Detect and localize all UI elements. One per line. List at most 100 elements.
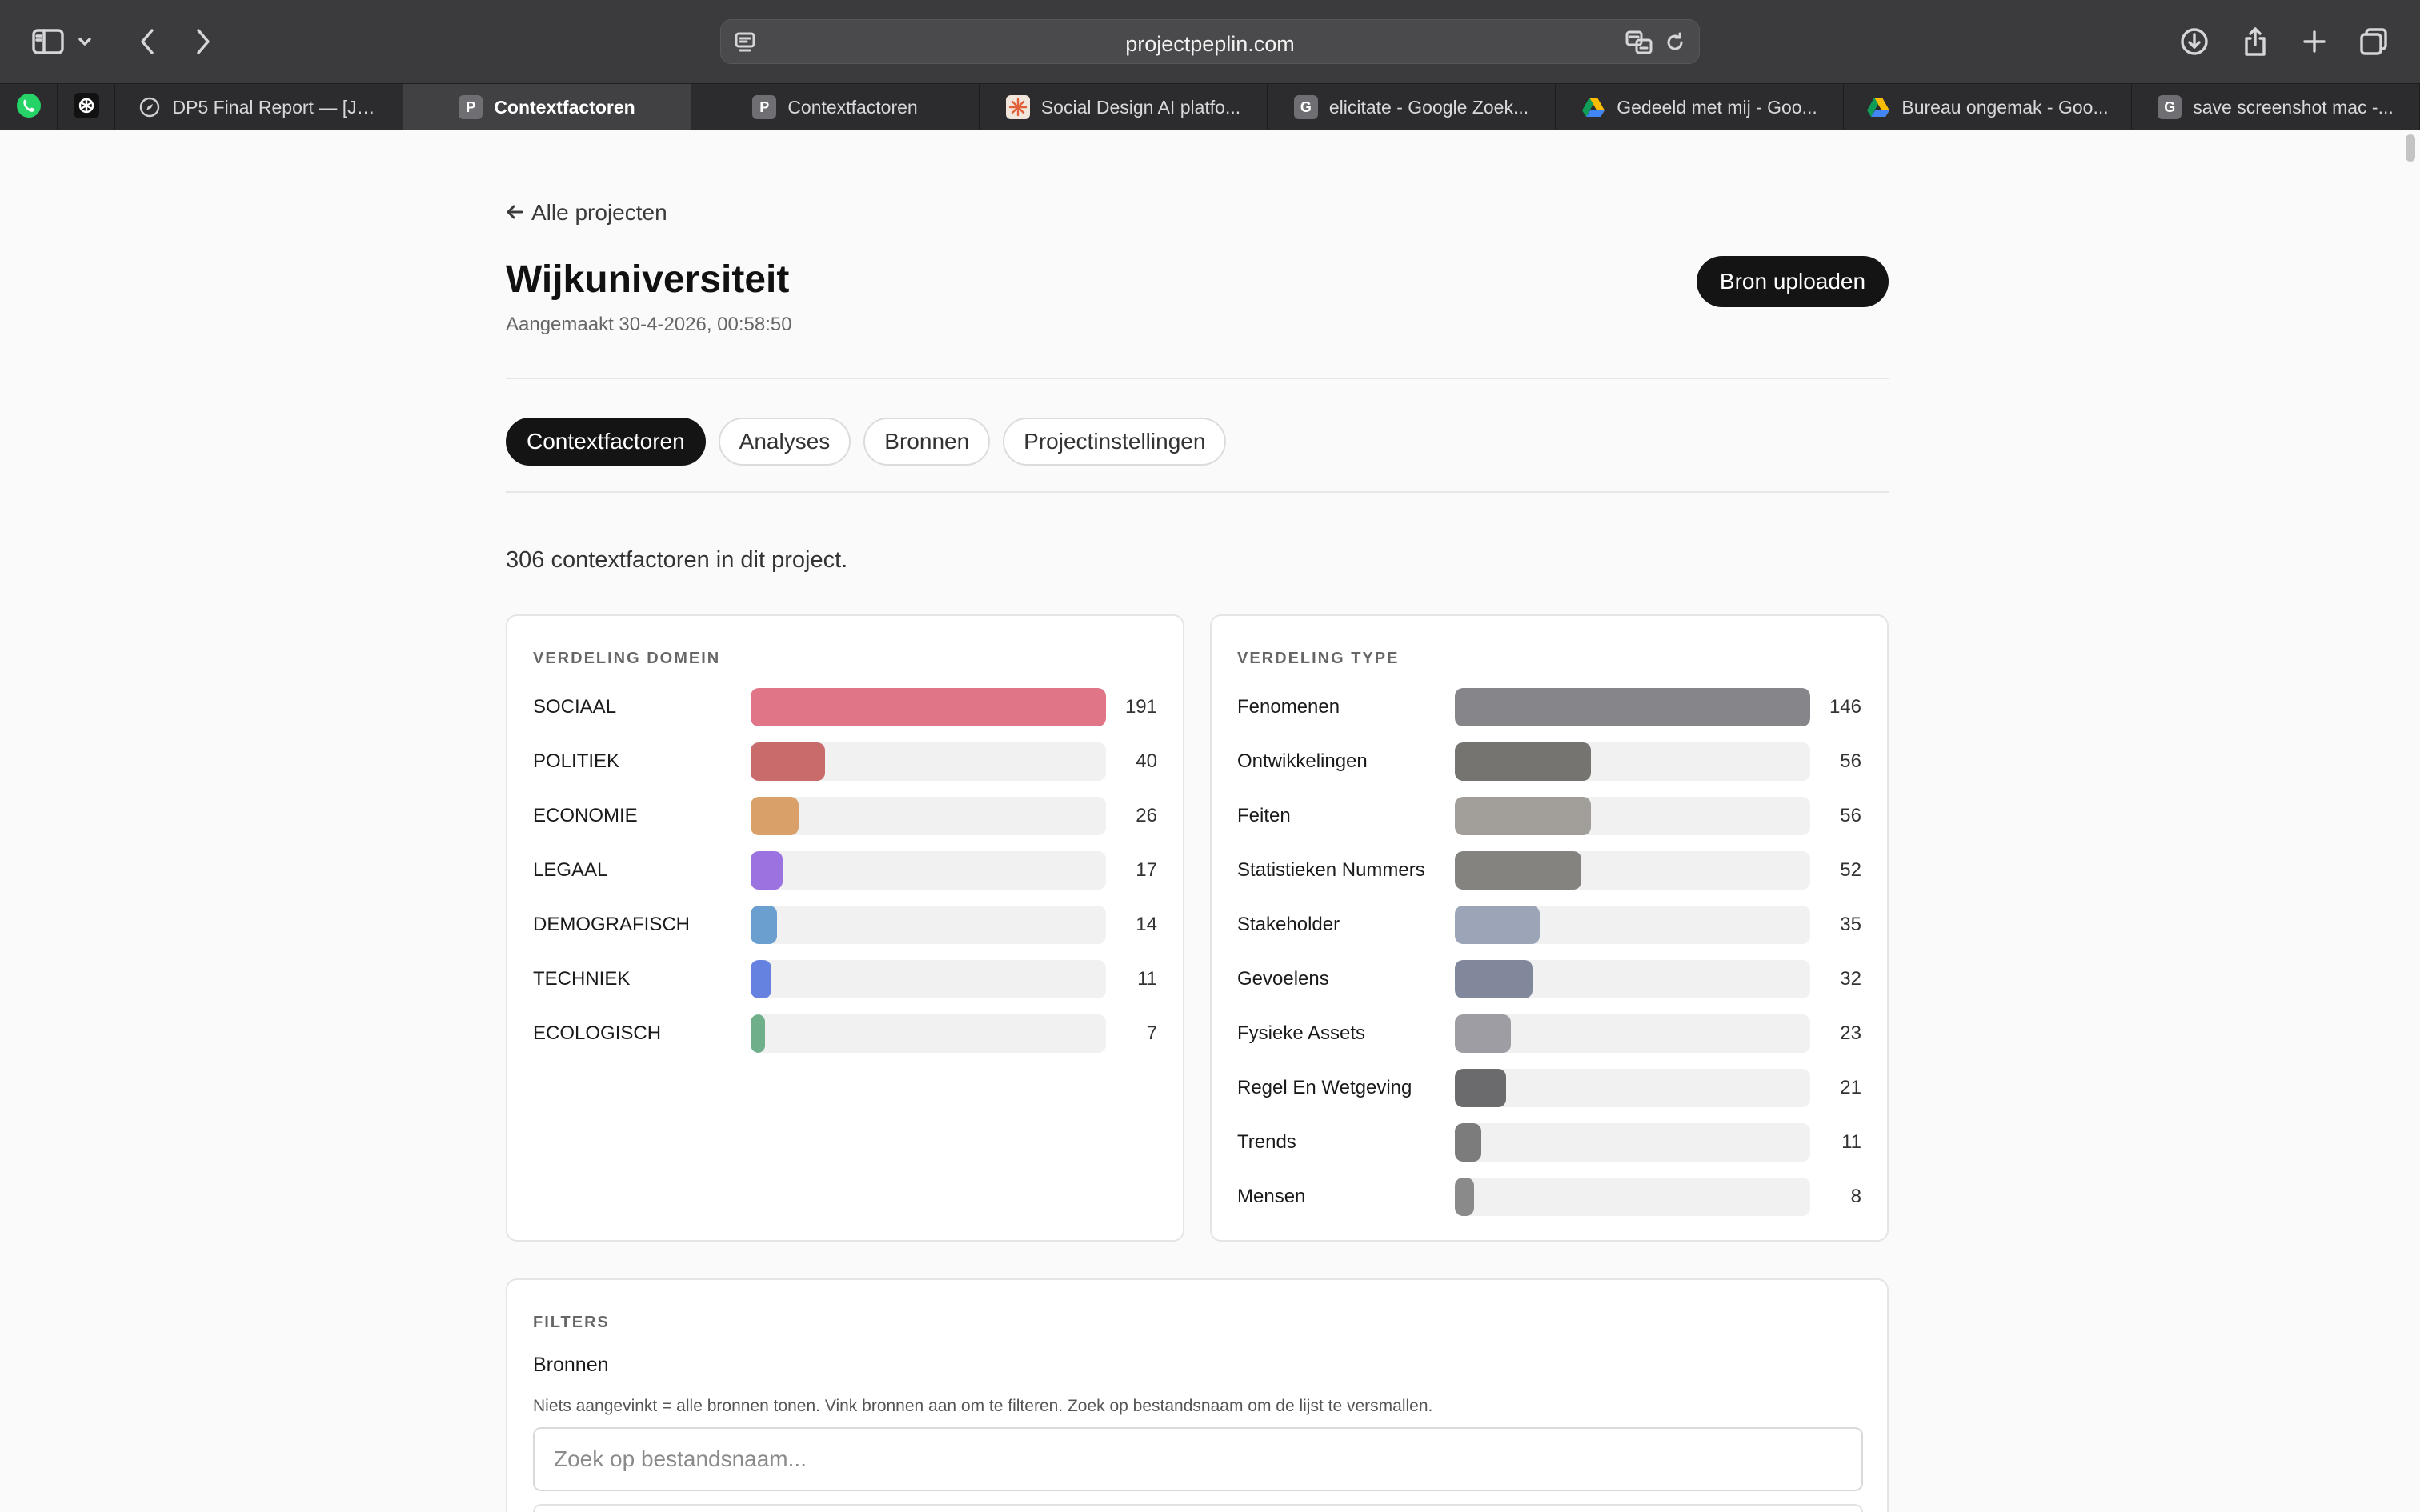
type-bar-track bbox=[1455, 1123, 1810, 1162]
domain-bar-row: TECHNIEK 11 bbox=[533, 952, 1157, 1006]
chevron-down-icon[interactable] bbox=[72, 19, 98, 64]
type-bar-label: Stakeholder bbox=[1237, 914, 1340, 935]
scrollbar-thumb[interactable] bbox=[2406, 134, 2415, 162]
sidebar-toggle-icon[interactable] bbox=[26, 19, 70, 64]
domain-bar-value: 11 bbox=[1137, 968, 1157, 990]
type-bar-row: Ontwikkelingen 56 bbox=[1237, 734, 1861, 789]
domain-distribution-card: VERDELING DOMEIN SOCIAAL 191 POLITIEK 40 ECO… bbox=[506, 614, 1184, 1242]
type-bar-track bbox=[1455, 906, 1810, 944]
type-bar bbox=[1455, 851, 1582, 890]
type-bar-row: Gevoelens 32 bbox=[1237, 952, 1861, 1006]
domain-bar-value: 26 bbox=[1136, 805, 1157, 826]
browser-tab[interactable]: Bureau ongemak - Goo... bbox=[1844, 84, 2132, 130]
filters-card: FILTERS Bronnen Niets aangevinkt = alle … bbox=[506, 1278, 1889, 1512]
tab-overview-icon[interactable] bbox=[2351, 19, 2396, 64]
tab-contextfactoren[interactable]: Contextfactoren bbox=[506, 418, 706, 466]
domain-bar-label: TECHNIEK bbox=[533, 968, 631, 990]
created-timestamp: Aangemaakt 30-4-2026, 00:58:50 bbox=[506, 314, 792, 335]
domain-bar-row: DEMOGRAFISCH 14 bbox=[533, 898, 1157, 952]
type-bar-row: Fenomenen 146 bbox=[1237, 680, 1861, 734]
address-bar[interactable]: projectpeplin.com bbox=[720, 19, 1700, 64]
header-divider bbox=[506, 378, 1889, 379]
pinned-tab-whatsapp[interactable] bbox=[0, 84, 58, 130]
arrow-left-icon bbox=[506, 200, 531, 226]
type-bar-row: Trends 11 bbox=[1237, 1115, 1861, 1170]
source-list[interactable] bbox=[533, 1504, 1863, 1512]
type-bar-track bbox=[1455, 688, 1810, 726]
domain-bar-track bbox=[751, 1014, 1106, 1053]
domain-bar bbox=[751, 906, 777, 944]
type-bar-label: Mensen bbox=[1237, 1186, 1306, 1207]
browser-tab[interactable]: Gsave screenshot mac -... bbox=[2132, 84, 2420, 130]
url-text[interactable]: projectpeplin.com bbox=[721, 32, 1699, 57]
tab-title: Social Design AI platfo... bbox=[1040, 96, 1241, 118]
domain-bar-label: ECONOMIE bbox=[533, 805, 638, 826]
type-bar bbox=[1455, 960, 1533, 998]
g-favicon: G bbox=[1293, 95, 1318, 119]
tab-title: save screenshot mac -... bbox=[2193, 96, 2394, 118]
type-bar-label: Fysieke Assets bbox=[1237, 1022, 1366, 1044]
domain-bar bbox=[751, 742, 825, 781]
type-bar-list: Fenomenen 146 Ontwikkelingen 56 Feiten 56 Stat… bbox=[1237, 680, 1861, 1224]
compass-icon bbox=[138, 95, 162, 119]
type-bar bbox=[1455, 1014, 1511, 1053]
type-bar-track bbox=[1455, 1069, 1810, 1107]
type-bar-track bbox=[1455, 797, 1810, 835]
tab-analyses[interactable]: Analyses bbox=[718, 418, 851, 466]
type-bar-value: 56 bbox=[1840, 805, 1861, 826]
browser-tab[interactable]: P Contextfactoren bbox=[691, 84, 980, 130]
tab-projectinstellingen[interactable]: Projectinstellingen bbox=[1003, 418, 1227, 466]
starburst-icon bbox=[1005, 95, 1030, 119]
type-chart-title: VERDELING TYPE bbox=[1237, 650, 1400, 667]
browser-tab[interactable]: Gedeeld met mij - Goo... bbox=[1556, 84, 1844, 130]
back-arrow-icon[interactable] bbox=[125, 19, 170, 64]
browser-tab[interactable]: Gelicitate - Google Zoek... bbox=[1268, 84, 1556, 130]
domain-chart-title: VERDELING DOMEIN bbox=[533, 650, 721, 667]
browser-toolbar: projectpeplin.com bbox=[0, 0, 2420, 83]
type-bar-value: 8 bbox=[1850, 1186, 1861, 1207]
browser-tab[interactable]: Social Design AI platfo... bbox=[980, 84, 1268, 130]
type-bar-label: Gevoelens bbox=[1237, 968, 1329, 990]
type-bar-label: Trends bbox=[1237, 1131, 1296, 1153]
new-tab-icon[interactable] bbox=[2292, 19, 2337, 64]
type-bar-label: Feiten bbox=[1237, 805, 1291, 826]
domain-bar-label: DEMOGRAFISCH bbox=[533, 914, 691, 935]
type-bar-value: 56 bbox=[1840, 750, 1861, 772]
back-link[interactable]: Alle projecten bbox=[506, 200, 667, 226]
type-bar-value: 32 bbox=[1840, 968, 1861, 990]
forward-arrow-icon[interactable] bbox=[181, 19, 226, 64]
browser-tab[interactable]: DP5 Final Report — [Jo... bbox=[115, 84, 403, 130]
upload-source-button[interactable]: Bron uploaden bbox=[1697, 256, 1889, 307]
type-bar-row: Regel En Wetgeving 21 bbox=[1237, 1061, 1861, 1115]
type-bar-label: Fenomenen bbox=[1237, 696, 1340, 718]
filename-search-input[interactable] bbox=[533, 1427, 1863, 1491]
browser-tab[interactable]: P Contextfactoren bbox=[403, 84, 691, 130]
tab-title: Bureau ongemak - Goo... bbox=[1901, 96, 2109, 118]
domain-bar-row: POLITIEK 40 bbox=[533, 734, 1157, 789]
filters-sources-heading: Bronnen bbox=[533, 1354, 609, 1376]
type-bar-row: Fysieke Assets 23 bbox=[1237, 1006, 1861, 1061]
tab-title: Gedeeld met mij - Goo... bbox=[1617, 96, 1817, 118]
downloads-icon[interactable] bbox=[2172, 19, 2217, 64]
type-bar-row: Stakeholder 35 bbox=[1237, 898, 1861, 952]
tabs-divider bbox=[506, 491, 1889, 493]
tab-title: Contextfactoren bbox=[787, 96, 918, 118]
type-bar bbox=[1455, 906, 1541, 944]
type-bar-track bbox=[1455, 1014, 1810, 1053]
tab-bronnen[interactable]: Bronnen bbox=[863, 418, 991, 466]
type-bar-value: 21 bbox=[1840, 1077, 1861, 1098]
domain-bar-value: 40 bbox=[1136, 750, 1157, 772]
type-bar-track bbox=[1455, 742, 1810, 781]
pinned-tab-chatgpt[interactable] bbox=[58, 84, 115, 130]
type-bar bbox=[1455, 797, 1592, 835]
type-bar-row: Mensen 8 bbox=[1237, 1170, 1861, 1224]
reload-icon[interactable] bbox=[1664, 31, 1686, 58]
translate-icon[interactable] bbox=[1625, 30, 1653, 58]
domain-bar-label: POLITIEK bbox=[533, 750, 620, 772]
filters-title: FILTERS bbox=[533, 1314, 610, 1331]
share-icon[interactable] bbox=[2233, 19, 2278, 64]
type-bar-row: Statistieken Nummers 52 bbox=[1237, 843, 1861, 898]
domain-bar-value: 7 bbox=[1146, 1022, 1157, 1044]
tab-title: DP5 Final Report — [Jo... bbox=[172, 96, 381, 118]
google-drive-icon bbox=[1866, 95, 1890, 119]
